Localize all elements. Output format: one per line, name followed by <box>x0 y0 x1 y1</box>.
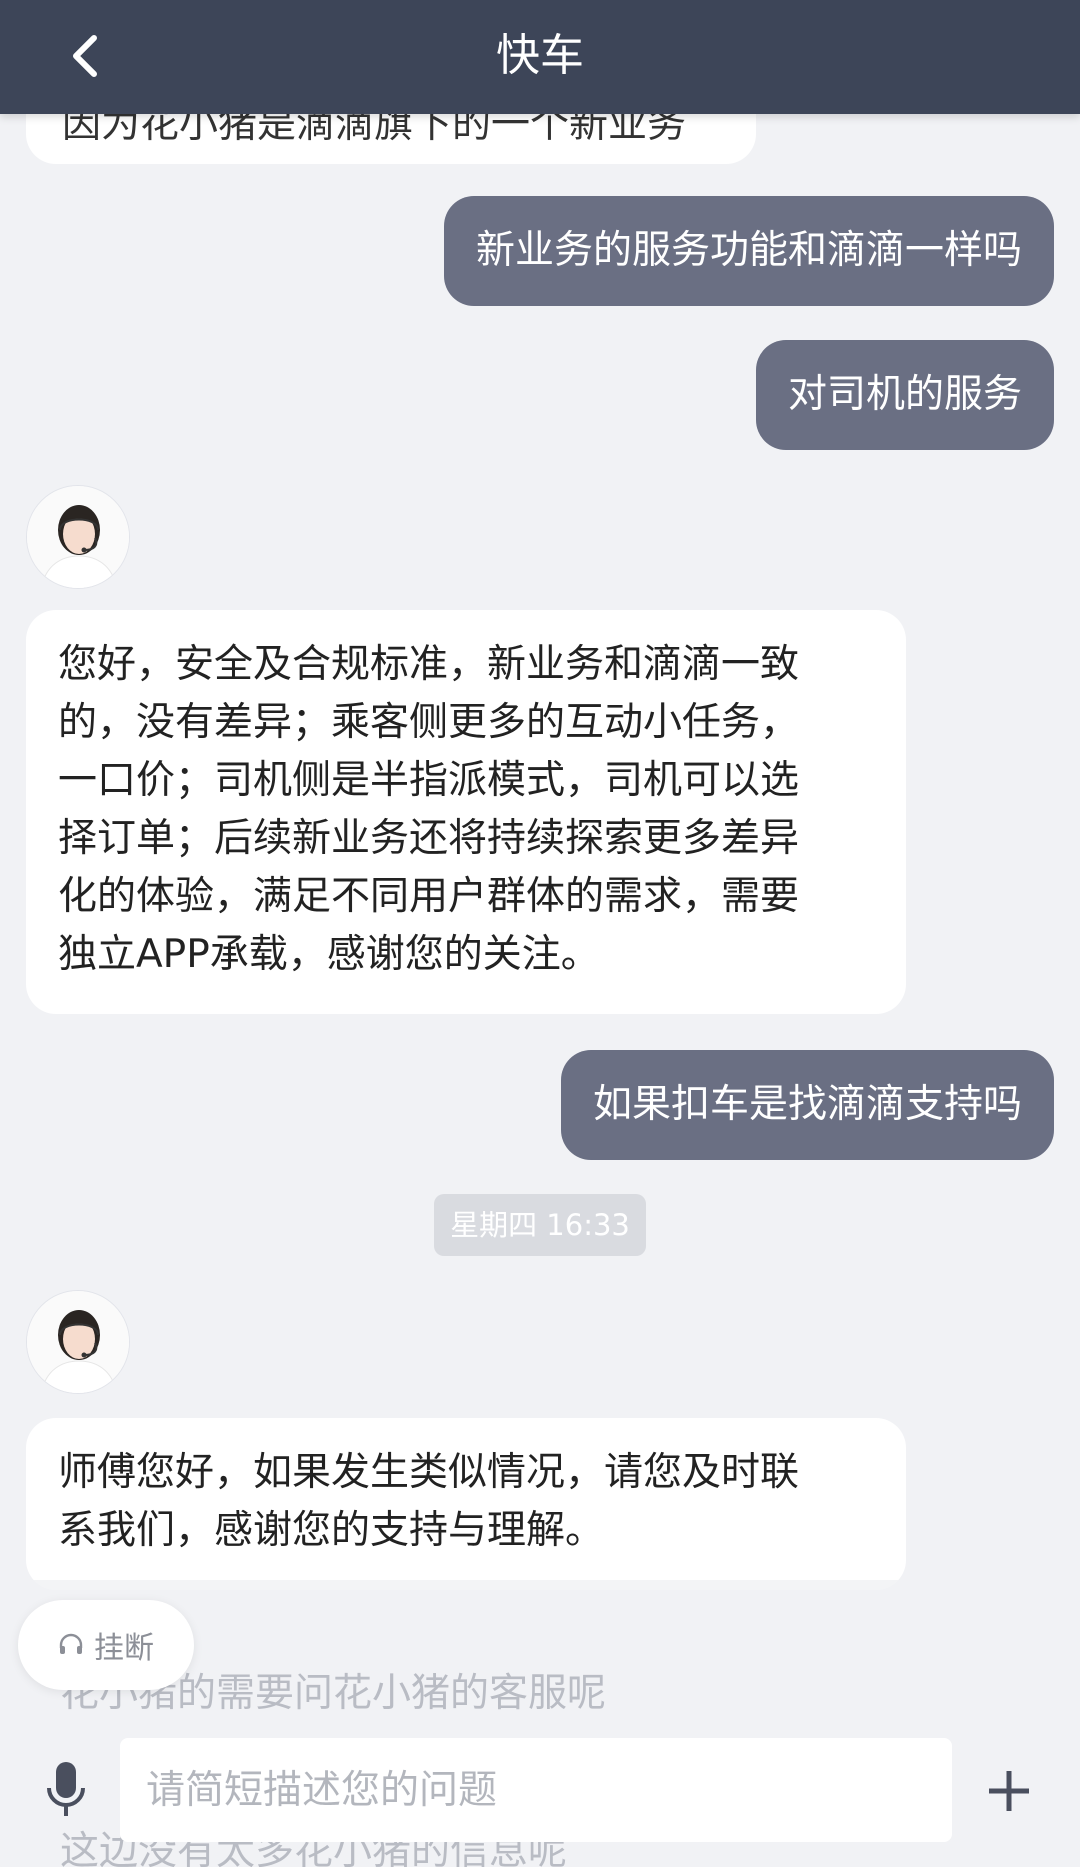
message-text: 对司机的服务 <box>787 372 1022 417</box>
message-line: 一口价；司机侧是半指派模式，司机可以选 <box>58 758 800 803</box>
message-line: 化的体验，满足不同用户群体的需求，需要 <box>58 874 800 919</box>
message-line: 系我们，感谢您的支持与理解。 <box>58 1508 605 1553</box>
user-message: 新业务的服务功能和滴滴一样吗 <box>443 196 1054 306</box>
microphone-icon <box>47 1762 85 1816</box>
agent-avatar <box>26 1290 130 1394</box>
plus-icon <box>989 1771 1029 1811</box>
message-text: 如果扣车是找滴滴支持吗 <box>592 1082 1022 1127</box>
user-message: 对司机的服务 <box>755 340 1054 450</box>
message-line: 您好，安全及合规标准，新业务和滴滴一致 <box>58 642 800 687</box>
agent-portrait-icon <box>27 1291 129 1393</box>
bot-message: 您好，安全及合规标准，新业务和滴滴一致 的，没有差异；乘客侧更多的互动小任务， … <box>26 610 906 1014</box>
message-input[interactable] <box>120 1738 952 1842</box>
message-line: 独立APP承载，感谢您的关注。 <box>58 932 600 977</box>
hangup-button[interactable]: 挂断 <box>18 1600 194 1690</box>
user-message: 如果扣车是找滴滴支持吗 <box>560 1050 1054 1160</box>
message-line: 的，没有差异；乘客侧更多的互动小任务， <box>58 700 800 745</box>
hangup-label: 挂断 <box>94 1631 154 1666</box>
more-options-button[interactable] <box>980 1762 1038 1820</box>
app-header: 快车 <box>0 0 1080 114</box>
voice-input-button[interactable] <box>40 1758 92 1822</box>
bot-message: 师傅您好，如果发生类似情况，请您及时联 系我们，感谢您的支持与理解。 <box>26 1418 906 1590</box>
agent-avatar <box>26 485 130 589</box>
page-title: 快车 <box>496 30 584 81</box>
message-text: 新业务的服务功能和滴滴一样吗 <box>475 228 1022 273</box>
headset-icon <box>59 1633 83 1654</box>
message-line: 师傅您好，如果发生类似情况，请您及时联 <box>58 1450 800 1495</box>
message-timestamp: 星期四 16:33 <box>434 1194 646 1256</box>
message-line: 择订单；后续新业务还将持续探索更多差异 <box>58 816 800 861</box>
agent-portrait-icon <box>27 486 129 588</box>
